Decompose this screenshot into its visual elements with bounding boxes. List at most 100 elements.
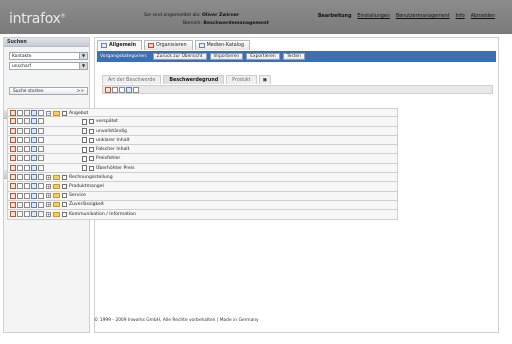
edit-icon[interactable] bbox=[10, 110, 16, 116]
edit-icon[interactable] bbox=[10, 164, 16, 171]
delete-icon[interactable] bbox=[24, 183, 30, 190]
search-start-button[interactable]: Suche starten >> bbox=[9, 87, 88, 95]
tree-row[interactable]: Preisfehler bbox=[7, 154, 398, 164]
print-icon[interactable] bbox=[38, 201, 44, 208]
copy-icon[interactable] bbox=[17, 164, 23, 171]
delete-icon[interactable] bbox=[24, 118, 30, 125]
expand-icon[interactable]: + bbox=[46, 211, 51, 217]
print-icon[interactable] bbox=[38, 164, 44, 171]
tree-row[interactable]: − Angebot bbox=[7, 108, 398, 118]
delete-icon[interactable] bbox=[24, 201, 30, 208]
expand-icon[interactable]: + bbox=[46, 183, 51, 189]
copy-icon[interactable] bbox=[17, 127, 23, 134]
subtab-produkt[interactable]: Produkt bbox=[226, 75, 257, 84]
move-icon[interactable] bbox=[126, 87, 132, 93]
subtab-beschwerdegrund[interactable]: Beschwerdegrund bbox=[163, 75, 225, 84]
edit-icon[interactable] bbox=[10, 192, 16, 199]
tree-row[interactable]: unklarer Inhalt bbox=[7, 135, 398, 146]
row-checkbox[interactable] bbox=[62, 193, 67, 199]
delete-icon[interactable] bbox=[24, 146, 30, 153]
edit-icon[interactable] bbox=[10, 174, 16, 181]
print-icon[interactable] bbox=[38, 211, 44, 218]
print-icon[interactable] bbox=[38, 192, 44, 199]
edit-icon[interactable] bbox=[10, 118, 16, 125]
row-checkbox[interactable] bbox=[62, 183, 67, 189]
copy-icon[interactable] bbox=[17, 211, 23, 218]
expand-icon[interactable]: + bbox=[46, 193, 51, 199]
nav-abmelden[interactable]: Abmelden bbox=[471, 14, 495, 19]
tab-allgemein[interactable]: Allgemein bbox=[97, 40, 142, 50]
subtab-art-der-beschwerde[interactable]: Art der Beschwerde bbox=[102, 75, 162, 84]
delete-icon[interactable] bbox=[119, 87, 125, 93]
row-checkbox[interactable] bbox=[62, 211, 67, 217]
test-button[interactable]: Testen bbox=[282, 53, 305, 60]
edit-icon[interactable] bbox=[10, 146, 16, 153]
delete-icon[interactable] bbox=[24, 155, 30, 162]
copy-icon[interactable] bbox=[17, 118, 23, 125]
copy-icon[interactable] bbox=[17, 192, 23, 199]
expand-icon[interactable]: + bbox=[46, 174, 51, 180]
print-icon[interactable] bbox=[38, 183, 44, 190]
row-checkbox[interactable] bbox=[62, 174, 67, 180]
tab-medien-katalog[interactable]: Medien-Katalog bbox=[194, 40, 250, 50]
row-checkbox[interactable] bbox=[89, 128, 94, 134]
nav-benutzermanagement[interactable]: Benutzermanagement bbox=[396, 14, 450, 19]
tree-row[interactable]: + Rechnungsstellung bbox=[7, 173, 398, 183]
row-checkbox[interactable] bbox=[89, 137, 94, 143]
delete-icon[interactable] bbox=[24, 211, 30, 218]
delete-icon[interactable] bbox=[24, 136, 30, 143]
tree-row[interactable]: verspätet bbox=[7, 117, 398, 127]
print-icon[interactable] bbox=[38, 127, 44, 134]
delete-icon[interactable] bbox=[24, 164, 30, 171]
print-icon[interactable] bbox=[38, 155, 44, 162]
edit-icon[interactable] bbox=[10, 211, 16, 218]
search-mode-select[interactable]: unscharf ▼ bbox=[9, 62, 88, 70]
print-icon[interactable] bbox=[38, 146, 44, 153]
tree-row[interactable]: + Service bbox=[7, 191, 398, 201]
move-icon[interactable] bbox=[31, 164, 37, 171]
delete-icon[interactable] bbox=[24, 127, 30, 134]
delete-icon[interactable] bbox=[24, 192, 30, 199]
edit-icon[interactable] bbox=[105, 87, 111, 93]
move-icon[interactable] bbox=[31, 192, 37, 199]
copy-icon[interactable] bbox=[17, 201, 23, 208]
copy-icon[interactable] bbox=[17, 110, 23, 116]
tree-row[interactable]: + Zuverlässigkeit bbox=[7, 200, 398, 211]
copy-icon[interactable] bbox=[17, 183, 23, 190]
tree-row[interactable]: + Produktmangel bbox=[7, 182, 398, 192]
move-icon[interactable] bbox=[31, 155, 37, 162]
edit-icon[interactable] bbox=[10, 155, 16, 162]
print-icon[interactable] bbox=[38, 118, 44, 125]
search-type-select[interactable]: Kontakte ▼ bbox=[9, 52, 88, 60]
edit-icon[interactable] bbox=[10, 201, 16, 208]
tree-row[interactable]: Überhöhter Preis bbox=[7, 163, 398, 174]
move-icon[interactable] bbox=[31, 211, 37, 218]
tree-row[interactable]: + Kommunikation / Information bbox=[7, 210, 398, 220]
collapse-icon[interactable]: − bbox=[46, 110, 51, 116]
export-button[interactable]: Exportieren bbox=[246, 53, 280, 60]
move-icon[interactable] bbox=[31, 110, 37, 116]
expand-icon[interactable]: + bbox=[46, 202, 51, 208]
import-button[interactable]: Importieren bbox=[209, 53, 244, 60]
row-checkbox[interactable] bbox=[89, 119, 94, 125]
copy-icon[interactable] bbox=[17, 136, 23, 143]
edit-icon[interactable] bbox=[10, 183, 16, 190]
copy-icon[interactable] bbox=[17, 174, 23, 181]
delete-icon[interactable] bbox=[24, 110, 30, 116]
print-icon[interactable] bbox=[38, 136, 44, 143]
nav-info[interactable]: Info bbox=[456, 14, 465, 19]
back-to-overview-button[interactable]: Zurück zur Übersicht bbox=[152, 53, 207, 60]
edit-icon[interactable] bbox=[10, 127, 16, 134]
row-checkbox[interactable] bbox=[89, 156, 94, 162]
copy-icon[interactable] bbox=[112, 87, 118, 93]
edit-icon[interactable] bbox=[10, 136, 16, 143]
tab-organisieren[interactable]: Organisieren bbox=[144, 40, 193, 50]
row-checkbox[interactable] bbox=[89, 165, 94, 171]
move-icon[interactable] bbox=[31, 174, 37, 181]
row-checkbox[interactable] bbox=[62, 202, 67, 208]
print-icon[interactable] bbox=[38, 174, 44, 181]
move-icon[interactable] bbox=[31, 118, 37, 125]
move-icon[interactable] bbox=[31, 136, 37, 143]
print-icon[interactable] bbox=[133, 87, 139, 93]
nav-bearbeitung[interactable]: Bearbeitung bbox=[318, 14, 351, 19]
